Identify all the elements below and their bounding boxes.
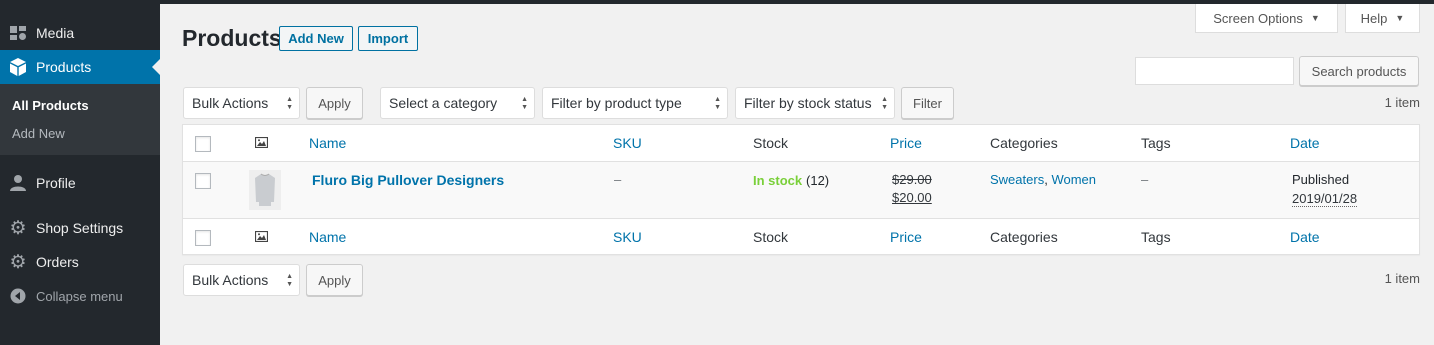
- products-table: Name SKU Stock Price Categories Tags Dat…: [182, 124, 1420, 255]
- select-arrows-icon: ▲ ▼: [521, 96, 528, 111]
- category-link[interactable]: Women: [1051, 172, 1096, 187]
- select-all-checkbox[interactable]: [195, 230, 211, 246]
- sidebar-item-label: Products: [36, 59, 92, 75]
- gear-icon: ⚙: [9, 217, 27, 239]
- column-header-sku[interactable]: SKU: [613, 229, 642, 245]
- product-thumbnail[interactable]: [249, 170, 281, 210]
- column-header-tags: Tags: [1141, 229, 1171, 245]
- image-icon: [255, 137, 268, 148]
- table-footer-row: Name SKU Stock Price Categories Tags Dat…: [183, 218, 1419, 255]
- apply-button-bottom[interactable]: Apply: [306, 264, 363, 296]
- table-row: Fluro Big Pullover Designers – In stock …: [183, 162, 1419, 218]
- submenu-all-products[interactable]: All Products: [12, 98, 89, 113]
- sidebar-item-profile[interactable]: Profile: [0, 166, 160, 200]
- screen-options-label: Screen Options: [1213, 10, 1303, 26]
- table-header-row: Name SKU Stock Price Categories Tags Dat…: [183, 125, 1419, 162]
- stock-cell: In stock (12): [753, 172, 829, 188]
- sidebar-item-shop-settings[interactable]: ⚙ Shop Settings: [0, 211, 160, 245]
- import-button[interactable]: Import: [358, 26, 418, 51]
- product-name-link[interactable]: Fluro Big Pullover Designers: [312, 172, 504, 188]
- admin-sidebar: Media Products All Products Add New Prof…: [0, 0, 160, 345]
- help-label: Help: [1360, 10, 1388, 26]
- column-header-stock: Stock: [753, 229, 789, 245]
- row-checkbox[interactable]: [195, 173, 211, 189]
- column-header-tags: Tags: [1141, 135, 1171, 151]
- help-button[interactable]: Help ▼: [1345, 4, 1420, 33]
- products-submenu: All Products Add New: [0, 84, 160, 155]
- select-arrows-icon: ▲ ▼: [714, 96, 721, 111]
- category-link[interactable]: Sweaters: [990, 172, 1044, 187]
- column-header-categories: Categories: [990, 135, 1058, 151]
- user-icon: [0, 174, 36, 192]
- box-icon: [0, 57, 36, 77]
- select-all-checkbox[interactable]: [195, 136, 211, 152]
- search-input[interactable]: [1135, 57, 1294, 85]
- collapse-arrow-icon: [0, 288, 36, 304]
- item-count: 1 item: [1384, 95, 1420, 110]
- screen-options-button[interactable]: Screen Options ▼: [1195, 4, 1338, 33]
- sidebar-item-label: Orders: [36, 254, 79, 270]
- sidebar-item-products[interactable]: Products: [0, 50, 160, 84]
- apply-button[interactable]: Apply: [306, 87, 363, 119]
- bulk-actions-select[interactable]: Bulk Actions ▲ ▼: [183, 87, 300, 119]
- category-filter-select[interactable]: Select a category ▲ ▼: [380, 87, 535, 119]
- column-header-date[interactable]: Date: [1290, 135, 1320, 151]
- column-header-name[interactable]: Name: [309, 229, 346, 245]
- submenu-add-new[interactable]: Add New: [12, 126, 65, 141]
- categories-cell: Sweaters, Women: [990, 172, 1096, 187]
- media-icon: [0, 24, 36, 42]
- sidebar-item-label: Media: [36, 25, 75, 41]
- sale-price: $20.00: [892, 190, 932, 205]
- bulk-actions-value: Bulk Actions: [192, 95, 269, 111]
- date-cell: Published 2019/01/28: [1292, 172, 1358, 207]
- page-title: Products: [182, 25, 282, 51]
- stock-quantity: (12): [806, 173, 830, 188]
- caret-down-icon: ▼: [1395, 13, 1405, 23]
- sidebar-item-media[interactable]: Media: [0, 16, 160, 50]
- tags-value: –: [1141, 172, 1149, 187]
- bulk-actions-select-bottom[interactable]: Bulk Actions ▲ ▼: [183, 264, 300, 296]
- stock-status: In stock: [753, 173, 803, 188]
- column-header-date[interactable]: Date: [1290, 229, 1320, 245]
- filter-button[interactable]: Filter: [901, 87, 954, 119]
- select-arrows-icon: ▲ ▼: [286, 96, 293, 111]
- column-header-categories: Categories: [990, 229, 1058, 245]
- add-new-button[interactable]: Add New: [279, 26, 353, 51]
- column-header-stock: Stock: [753, 135, 789, 151]
- item-count-bottom: 1 item: [1384, 271, 1420, 286]
- bulk-actions-value: Bulk Actions: [192, 272, 269, 288]
- column-header-price[interactable]: Price: [890, 229, 922, 245]
- product-type-filter-select[interactable]: Filter by product type ▲ ▼: [542, 87, 728, 119]
- regular-price: $29.00: [892, 172, 932, 187]
- column-header-sku[interactable]: SKU: [613, 135, 642, 151]
- sidebar-item-label: Shop Settings: [36, 220, 124, 236]
- select-arrows-icon: ▲ ▼: [881, 96, 888, 111]
- image-icon: [255, 231, 268, 242]
- column-header-name[interactable]: Name: [309, 135, 346, 151]
- sku-value: –: [614, 172, 622, 187]
- sidebar-item-label: Profile: [36, 175, 76, 191]
- date-status: Published: [1292, 172, 1350, 187]
- caret-down-icon: ▼: [1310, 13, 1320, 23]
- collapse-menu-label: Collapse menu: [36, 288, 123, 304]
- product-type-filter-value: Filter by product type: [551, 95, 682, 111]
- gear-icon: ⚙: [9, 251, 27, 273]
- sidebar-item-orders[interactable]: ⚙ Orders: [0, 245, 160, 279]
- price-cell: $29.00 $20.00: [892, 172, 932, 205]
- sweater-image: [255, 173, 275, 206]
- collapse-menu-button[interactable]: Collapse menu: [0, 279, 160, 313]
- stock-status-filter-select[interactable]: Filter by stock status ▲ ▼: [735, 87, 895, 119]
- column-header-price[interactable]: Price: [890, 135, 922, 151]
- stock-status-filter-value: Filter by stock status: [744, 95, 872, 111]
- date-value: 2019/01/28: [1292, 191, 1358, 207]
- select-arrows-icon: ▲ ▼: [286, 273, 293, 288]
- search-products-button[interactable]: Search products: [1299, 56, 1419, 86]
- category-filter-value: Select a category: [389, 95, 498, 111]
